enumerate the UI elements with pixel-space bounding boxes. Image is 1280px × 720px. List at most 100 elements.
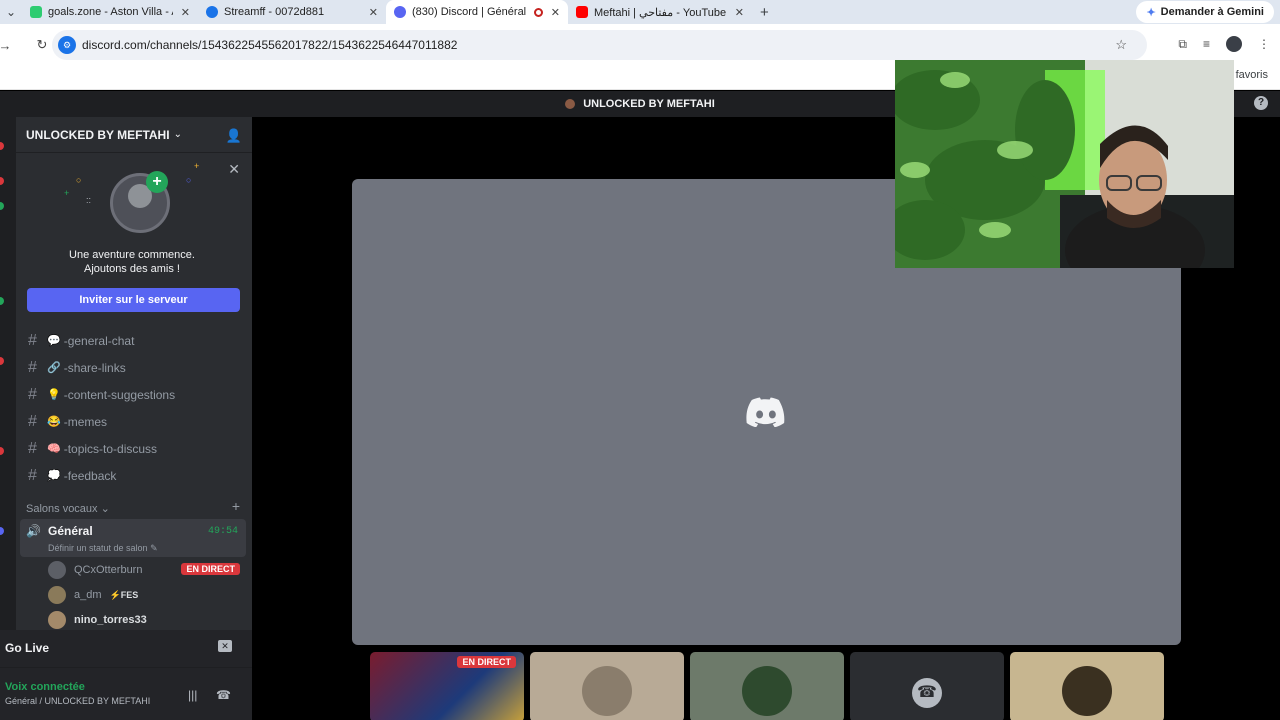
close-icon[interactable]: ✕ [228,161,240,178]
url-text: discord.com/channels/1543622545562017822… [82,38,458,52]
voice-connected-label[interactable]: Voix connectée [5,681,85,693]
streamff-favicon-icon [206,6,218,18]
channel-name: -general-chat [63,333,135,348]
voice-user-name: QCxOtterburn [74,564,143,576]
screen-share-icon[interactable]: ✕ [218,640,232,652]
noise-suppression-icon[interactable]: ||| [188,688,197,702]
add-member-icon[interactable]: 👤 [226,128,242,144]
go-live-row[interactable]: Go Live ✕ [0,630,252,668]
new-tab-icon[interactable]: + [760,4,769,21]
channel-sidebar: UNLOCKED BY MEFTAHI ⌄ 👤 ✕ ○ + :: + ○ + U… [16,117,252,637]
channel-topics-to-discuss[interactable]: # 🧠 -topics-to-discuss [16,435,252,462]
server-indicator [0,447,4,455]
promo-line2: Ajoutons des amis ! [84,263,180,275]
youtube-favicon-icon [576,6,588,18]
sparkle-icon: ○ [186,175,192,185]
webcam-overlay [895,60,1234,268]
tab-label: (830) Discord | Général | [412,6,528,18]
goals-favicon-icon [30,6,42,18]
extensions-icon[interactable]: ⧉ [1178,37,1187,52]
close-tab-icon[interactable]: ✕ [735,6,744,19]
menu-icon[interactable]: ⋮ [1258,37,1270,51]
voice-user[interactable]: a_dm ⚡FES [48,584,248,606]
voice-category[interactable]: Salons vocaux ⌄ [26,502,110,515]
webcam-image [895,60,1234,268]
server-indicator [0,527,4,535]
invite-server-button[interactable]: Inviter sur le serveur [27,288,240,312]
participant-tile[interactable] [1010,652,1164,720]
tab-label: goals.zone - Aston Villa - Ars [48,6,173,18]
voice-timer: 49:54 [207,526,238,537]
chevron-down-icon: ⌄ [100,503,110,515]
recording-icon [533,7,543,17]
channel-status[interactable]: Définir un statut de salon ✎ [48,543,158,554]
add-channel-icon[interactable]: + [232,498,240,514]
reload-icon[interactable]: ↻ [30,33,54,57]
hash-icon: # [28,385,37,403]
avatar [48,561,66,579]
avatar [48,586,66,604]
sparkle-icon: :: [86,195,92,205]
channel-name: -topics-to-discuss [63,441,158,456]
gemini-label: Demander à Gemini [1160,6,1264,18]
channel-memes[interactable]: # 😂 -memes [16,408,252,435]
channel-content-suggestions[interactable]: # 💡 -content-suggestions [16,381,252,408]
close-tab-icon[interactable]: ✕ [369,6,378,19]
browser-toolbar-icons: ⧉ ≡ ⋮ [1178,36,1270,52]
server-tag-label: FES [120,589,139,600]
bookmark-star-icon[interactable]: ☆ [1115,37,1127,53]
window-title: UNLOCKED BY MEFTAHI [583,98,715,110]
channel-emoji: 💬 [47,335,61,347]
close-tab-icon[interactable]: ✕ [551,6,560,19]
channel-name: -share-links [63,360,126,375]
tab-goals-zone[interactable]: goals.zone - Aston Villa - Ars ✕ [22,0,198,24]
voice-user[interactable]: nino_torres33 [48,609,248,631]
voice-user[interactable]: QCxOtterburn EN DIRECT [48,559,248,581]
discord-favicon-icon [394,6,406,18]
tab-discord[interactable]: (830) Discord | Général | ✕ [386,0,568,24]
channel-feedback[interactable]: # 💭 -feedback [16,462,252,489]
gemini-icon: ✦ [1146,6,1156,19]
participant-tile[interactable]: ☎ [850,652,1004,720]
sparkle-icon: + [194,161,200,171]
voice-connected-location: Général / UNLOCKED BY MEFTAHI [5,696,151,706]
tab-youtube[interactable]: Meftahi | مفتاحي - YouTube ✕ [568,0,752,24]
channel-emoji: 😂 [47,416,61,428]
tab-streamff[interactable]: Streamff - 0072d881 ✕ [198,0,386,24]
profile-avatar[interactable] [1226,36,1242,52]
go-live-label: Go Live [5,641,50,655]
url-bar[interactable]: ⚙ discord.com/channels/15436225455620178… [52,30,1147,60]
close-tab-icon[interactable]: ✕ [181,6,190,19]
speaker-icon: 🔊 [26,524,41,538]
help-icon[interactable]: ? [1254,96,1268,110]
channel-emoji: 💡 [47,389,61,401]
participant-tile[interactable] [530,652,684,720]
voice-panel: Go Live ✕ Voix connectée Général / UNLOC… [0,630,252,720]
forward-icon[interactable]: → [0,33,12,57]
gemini-button[interactable]: ✦ Demander à Gemini [1136,1,1274,23]
media-control-icon[interactable]: ≡ [1203,37,1210,51]
participant-tile[interactable] [690,652,844,720]
channel-name: -memes [63,414,108,429]
disconnect-icon[interactable]: ☎ [216,688,231,702]
voice-channel-general[interactable]: 🔊 Général 49:54 Définir un statut de sal… [20,519,246,557]
live-badge: EN DIRECT [457,656,516,668]
channel-name: -content-suggestions [63,387,176,402]
channel-emoji: 🔗 [47,362,61,374]
hash-icon: # [28,439,37,457]
voice-user-name: nino_torres33 [74,614,147,626]
tab-search-icon[interactable]: ⌄ [0,1,22,23]
server-header[interactable]: UNLOCKED BY MEFTAHI ⌄ 👤 [16,117,252,153]
hash-icon: # [28,358,37,376]
channel-share-links[interactable]: # 🔗 -share-links [16,354,252,381]
voice-user-name: a_dm [74,589,102,601]
channel-general-chat[interactable]: # 💬 -general-chat [16,327,252,354]
participant-thumbnails: EN DIRECT ☎ [370,652,1164,720]
participant-stream-tile[interactable]: EN DIRECT [370,652,524,720]
server-indicator [0,177,4,185]
channel-status-label: Définir un statut de salon [48,543,148,553]
channel-emoji: 💭 [47,470,61,482]
site-info-icon[interactable]: ⚙ [58,36,76,54]
server-indicator [0,297,4,305]
server-indicator [0,142,4,150]
